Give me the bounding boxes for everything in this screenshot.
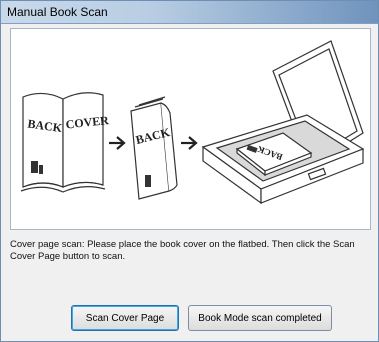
arrow-right-icon bbox=[109, 136, 126, 150]
closed-book-icon bbox=[130, 96, 178, 200]
open-book-icon bbox=[20, 92, 106, 193]
scan-instruction-illustration: BACK COVER BACK BACK bbox=[10, 28, 371, 230]
title-bar[interactable]: Manual Book Scan bbox=[1, 1, 378, 24]
scan-cover-page-button[interactable]: Scan Cover Page bbox=[71, 305, 179, 331]
book-mode-scan-completed-button[interactable]: Book Mode scan completed bbox=[188, 305, 332, 331]
flatbed-scanner-icon bbox=[201, 40, 365, 205]
manual-book-scan-dialog: Manual Book Scan BACK COVER BACK BACK Co… bbox=[0, 0, 379, 342]
arrow-right-icon bbox=[181, 136, 198, 150]
window-title: Manual Book Scan bbox=[7, 5, 108, 19]
instruction-text: Cover page scan: Please place the book c… bbox=[10, 239, 355, 262]
illustration-svg: BACK COVER BACK BACK bbox=[20, 40, 365, 205]
